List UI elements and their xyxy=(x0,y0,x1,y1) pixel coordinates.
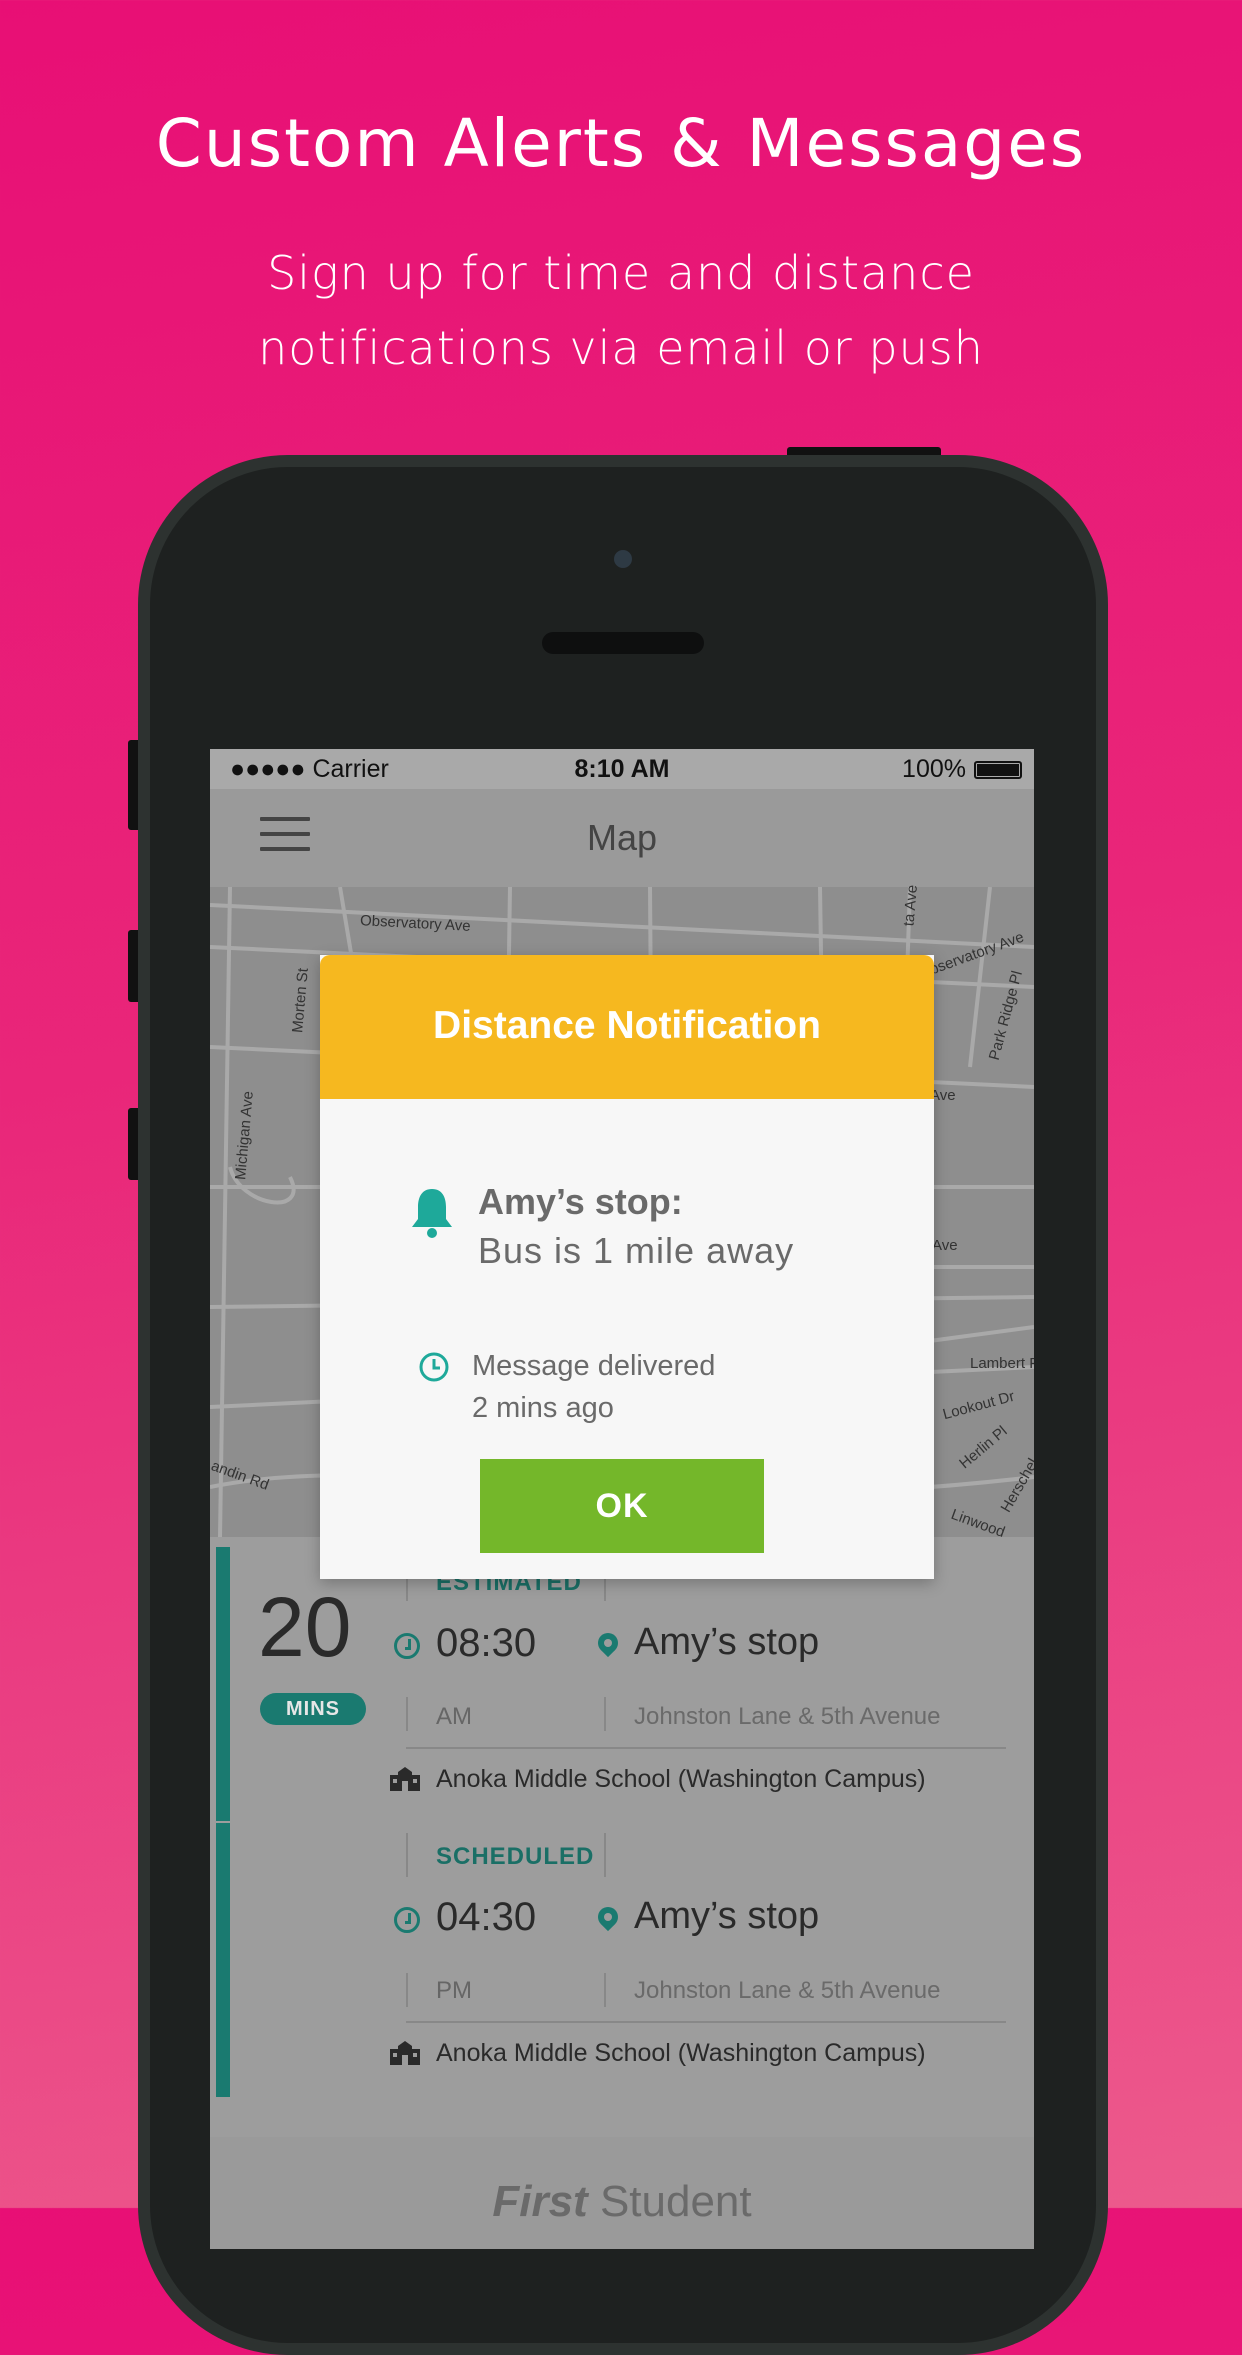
pickup-time: 08:30 xyxy=(436,1621,537,1665)
hero-subtitle-line1: Sign up for time and distance xyxy=(267,246,975,300)
notification-message: Bus is 1 mile away xyxy=(478,1230,795,1271)
status-label: SCHEDULED xyxy=(436,1843,595,1870)
stop-list: 20 MINS ESTIMATED 08:30 AM Amy’s stop Jo… xyxy=(210,1537,1034,2137)
school-icon xyxy=(390,2041,420,2065)
divider xyxy=(406,1697,408,1731)
street-label: Lambert Pl xyxy=(970,1355,1034,1372)
bell-icon xyxy=(412,1189,452,1238)
street-label: ta Ave xyxy=(900,884,921,927)
divider xyxy=(406,1833,408,1877)
battery-percent: 100% xyxy=(902,755,966,783)
stop-address: Johnston Lane & 5th Avenue xyxy=(634,1703,941,1730)
notification-stop: Amy’s stop: xyxy=(478,1181,683,1222)
hero-subtitle-line2: notifications via email or push xyxy=(258,321,984,375)
stop-name: Amy’s stop xyxy=(634,1621,820,1663)
brand-bold: First xyxy=(492,2177,588,2226)
divider xyxy=(604,1833,606,1877)
clock-icon xyxy=(394,1633,420,1659)
nav-bar: Map xyxy=(210,789,1034,887)
stop-address: Johnston Lane & 5th Avenue xyxy=(634,1977,941,2004)
hero-title: Custom Alerts & Messages xyxy=(155,105,1087,182)
ok-button[interactable]: OK xyxy=(480,1459,764,1553)
dialog-title: Distance Notification xyxy=(433,1004,821,1047)
school-name: Anoka Middle School (Washington Campus) xyxy=(436,1765,926,1793)
earpiece-speaker xyxy=(542,632,704,654)
pin-icon xyxy=(593,1902,623,1932)
time-period: PM xyxy=(436,1977,472,2004)
divider xyxy=(406,1747,1006,1749)
battery-icon xyxy=(974,761,1022,779)
street-label: Ave xyxy=(932,1237,958,1254)
status-bar: ●●●●● Carrier 8:10 AM 100% xyxy=(210,749,1034,789)
page-title: Map xyxy=(586,817,658,858)
footer: First Student xyxy=(210,2137,1034,2249)
pin-icon xyxy=(593,1628,623,1658)
divider xyxy=(604,1697,606,1731)
delivered-time: 2 mins ago xyxy=(472,1392,614,1424)
card-accent-bar xyxy=(216,1547,230,1821)
distance-notification-dialog: Distance Notification Amy’s stop: Bus is… xyxy=(320,955,934,1579)
hero-subtitle: Sign up for time and distance notificati… xyxy=(0,236,1242,386)
clock-icon xyxy=(419,1352,449,1382)
card-accent-bar xyxy=(216,1823,230,2097)
clock-icon xyxy=(394,1907,420,1933)
eta-minutes: 20 xyxy=(258,1580,352,1674)
dialog-header: Distance Notification xyxy=(320,955,934,1099)
front-camera xyxy=(614,550,632,568)
divider xyxy=(406,1973,408,2007)
divider xyxy=(604,1973,606,2007)
time-period: AM xyxy=(436,1703,472,1730)
mins-badge: MINS xyxy=(260,1693,366,1725)
stop-name: Amy’s stop xyxy=(634,1895,820,1937)
school-name: Anoka Middle School (Washington Campus) xyxy=(436,2039,926,2067)
delivered-status: Message delivered xyxy=(472,1350,716,1382)
school-icon xyxy=(390,1767,420,1791)
brand-logo: First Student xyxy=(210,2177,1034,2227)
pickup-time: 04:30 xyxy=(436,1895,537,1939)
divider xyxy=(406,2021,1006,2023)
brand-rest: Student xyxy=(587,2177,752,2226)
